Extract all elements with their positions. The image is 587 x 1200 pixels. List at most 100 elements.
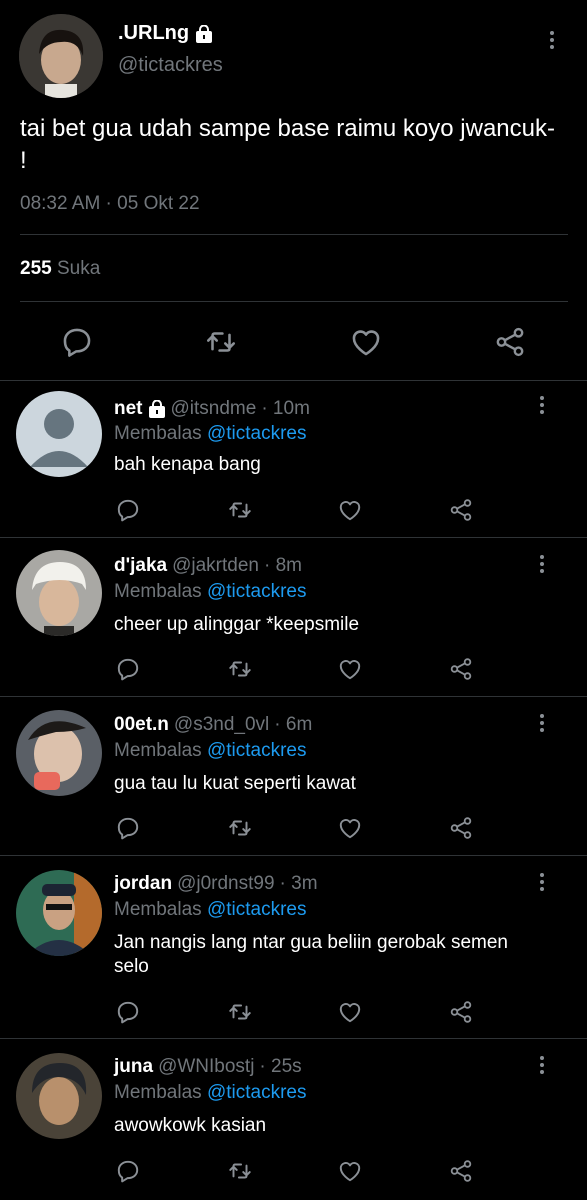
reply-header: jordan @j0rdnst99 · 3m	[114, 873, 318, 895]
share-button[interactable]	[446, 997, 476, 1027]
retweet-button[interactable]	[225, 495, 255, 525]
reply-age: · 3m	[279, 873, 318, 894]
replying-label: Membalas	[114, 1082, 202, 1103]
retweet-button[interactable]	[201, 322, 241, 362]
retweet-button[interactable]	[225, 1156, 255, 1186]
share-button[interactable]	[446, 654, 476, 684]
reply-age: · 8m	[264, 555, 302, 576]
reply-button[interactable]	[113, 813, 143, 843]
reply-tweet[interactable]: 00et.n @s3nd_0vl · 6m Membalas @tictackr…	[0, 697, 587, 855]
reply-icon	[60, 325, 94, 359]
author-name[interactable]: .URLng	[118, 22, 213, 45]
avatar[interactable]	[16, 870, 102, 956]
reply-author-name[interactable]: d'jaka	[114, 555, 167, 577]
replying-to: Membalas @tictackres	[114, 1082, 306, 1104]
retweet-button[interactable]	[225, 813, 255, 843]
reply-author-name[interactable]: juna	[114, 1056, 153, 1078]
replying-to-link[interactable]: @tictackres	[207, 899, 307, 920]
like-button[interactable]	[335, 495, 365, 525]
heart-icon	[337, 656, 363, 682]
more-options-icon[interactable]	[538, 396, 546, 414]
retweet-button[interactable]	[225, 654, 255, 684]
reply-header: 00et.n @s3nd_0vl · 6m	[114, 714, 312, 736]
reply-author-handle[interactable]: @jakrtden	[172, 555, 259, 577]
avatar[interactable]	[16, 1053, 102, 1139]
more-options-icon[interactable]	[538, 714, 546, 732]
reply-tweet[interactable]: d'jaka @jakrtden · 8m Membalas @tictackr…	[0, 538, 587, 696]
reply-author-handle[interactable]: @j0rdnst99	[177, 873, 274, 895]
reply-button[interactable]	[113, 997, 143, 1027]
replying-to-link[interactable]: @tictackres	[207, 740, 307, 761]
reply-button[interactable]	[113, 654, 143, 684]
replying-label: Membalas	[114, 423, 202, 444]
more-options-icon[interactable]	[548, 31, 556, 49]
retweet-icon	[227, 497, 253, 523]
reply-text: gua tau lu kuat seperti kawat	[114, 773, 356, 794]
share-button[interactable]	[490, 322, 530, 362]
share-icon	[448, 497, 474, 523]
retweet-icon	[227, 999, 253, 1025]
reply-author-handle[interactable]: @WNIbostj	[158, 1056, 254, 1078]
tweet-timestamp: 08:32 AM · 05 Okt 22	[20, 193, 200, 214]
replying-to: Membalas @tictackres	[114, 740, 306, 762]
reply-icon	[115, 1158, 141, 1184]
reply-text: awowkowk kasian	[114, 1115, 267, 1136]
likes-count: 255	[20, 258, 52, 279]
likes-label: Suka	[56, 258, 101, 279]
avatar[interactable]	[16, 550, 102, 636]
retweet-icon	[227, 815, 253, 841]
reply-icon	[115, 815, 141, 841]
heart-icon	[349, 325, 383, 359]
reply-author-name[interactable]: 00et.n	[114, 714, 169, 736]
reply-header: net @itsndme · 10m	[114, 398, 310, 420]
divider	[20, 301, 568, 302]
more-options-icon[interactable]	[538, 555, 546, 573]
share-button[interactable]	[446, 813, 476, 843]
reply-author-handle[interactable]: @itsndme	[171, 398, 257, 420]
reply-tweet[interactable]: juna @WNIbostj · 25s Membalas @tictackre…	[0, 1039, 587, 1200]
share-icon	[448, 815, 474, 841]
author-avatar[interactable]	[19, 14, 103, 98]
share-button[interactable]	[446, 495, 476, 525]
replying-to-link[interactable]: @tictackres	[207, 423, 307, 444]
reply-icon	[115, 497, 141, 523]
author-handle[interactable]: @tictackres	[118, 54, 223, 77]
replying-to: Membalas @tictackres	[114, 899, 306, 921]
like-button[interactable]	[335, 813, 365, 843]
retweet-button[interactable]	[225, 997, 255, 1027]
replying-label: Membalas	[114, 899, 202, 920]
like-button[interactable]	[346, 322, 386, 362]
like-button[interactable]	[335, 654, 365, 684]
default-avatar[interactable]	[16, 391, 102, 477]
replying-label: Membalas	[114, 581, 202, 602]
reply-text: Jan nangis lang ntar gua beliin gerobak …	[114, 932, 508, 977]
reply-author-handle[interactable]: @s3nd_0vl	[174, 714, 269, 736]
reply-author-name[interactable]: jordan	[114, 873, 172, 895]
reply-button[interactable]	[113, 1156, 143, 1186]
share-icon	[448, 999, 474, 1025]
replying-to-link[interactable]: @tictackres	[207, 581, 307, 602]
reply-icon	[115, 656, 141, 682]
likes-summary[interactable]: 255 Suka	[20, 258, 100, 280]
more-options-icon[interactable]	[538, 873, 546, 891]
like-button[interactable]	[335, 997, 365, 1027]
share-icon	[493, 325, 527, 359]
reply-tweet[interactable]: jordan @j0rdnst99 · 3m Membalas @tictack…	[0, 856, 587, 1038]
divider	[20, 234, 568, 235]
replying-to-link[interactable]: @tictackres	[207, 1082, 307, 1103]
lock-icon	[148, 400, 166, 418]
retweet-icon	[204, 325, 238, 359]
more-options-icon[interactable]	[538, 1056, 546, 1074]
reply-text: cheer up alinggar *keepsmile	[114, 614, 360, 635]
avatar[interactable]	[16, 710, 102, 796]
reply-button[interactable]	[113, 495, 143, 525]
reply-button[interactable]	[57, 322, 97, 362]
like-button[interactable]	[335, 1156, 365, 1186]
reply-header: juna @WNIbostj · 25s	[114, 1056, 302, 1078]
replying-to: Membalas @tictackres	[114, 581, 306, 603]
share-button[interactable]	[446, 1156, 476, 1186]
reply-age: · 25s	[259, 1056, 302, 1077]
reply-tweet[interactable]: net @itsndme · 10m Membalas @tictackres …	[0, 381, 587, 537]
reply-header: d'jaka @jakrtden · 8m	[114, 555, 302, 577]
reply-author-name[interactable]: net	[114, 398, 143, 420]
